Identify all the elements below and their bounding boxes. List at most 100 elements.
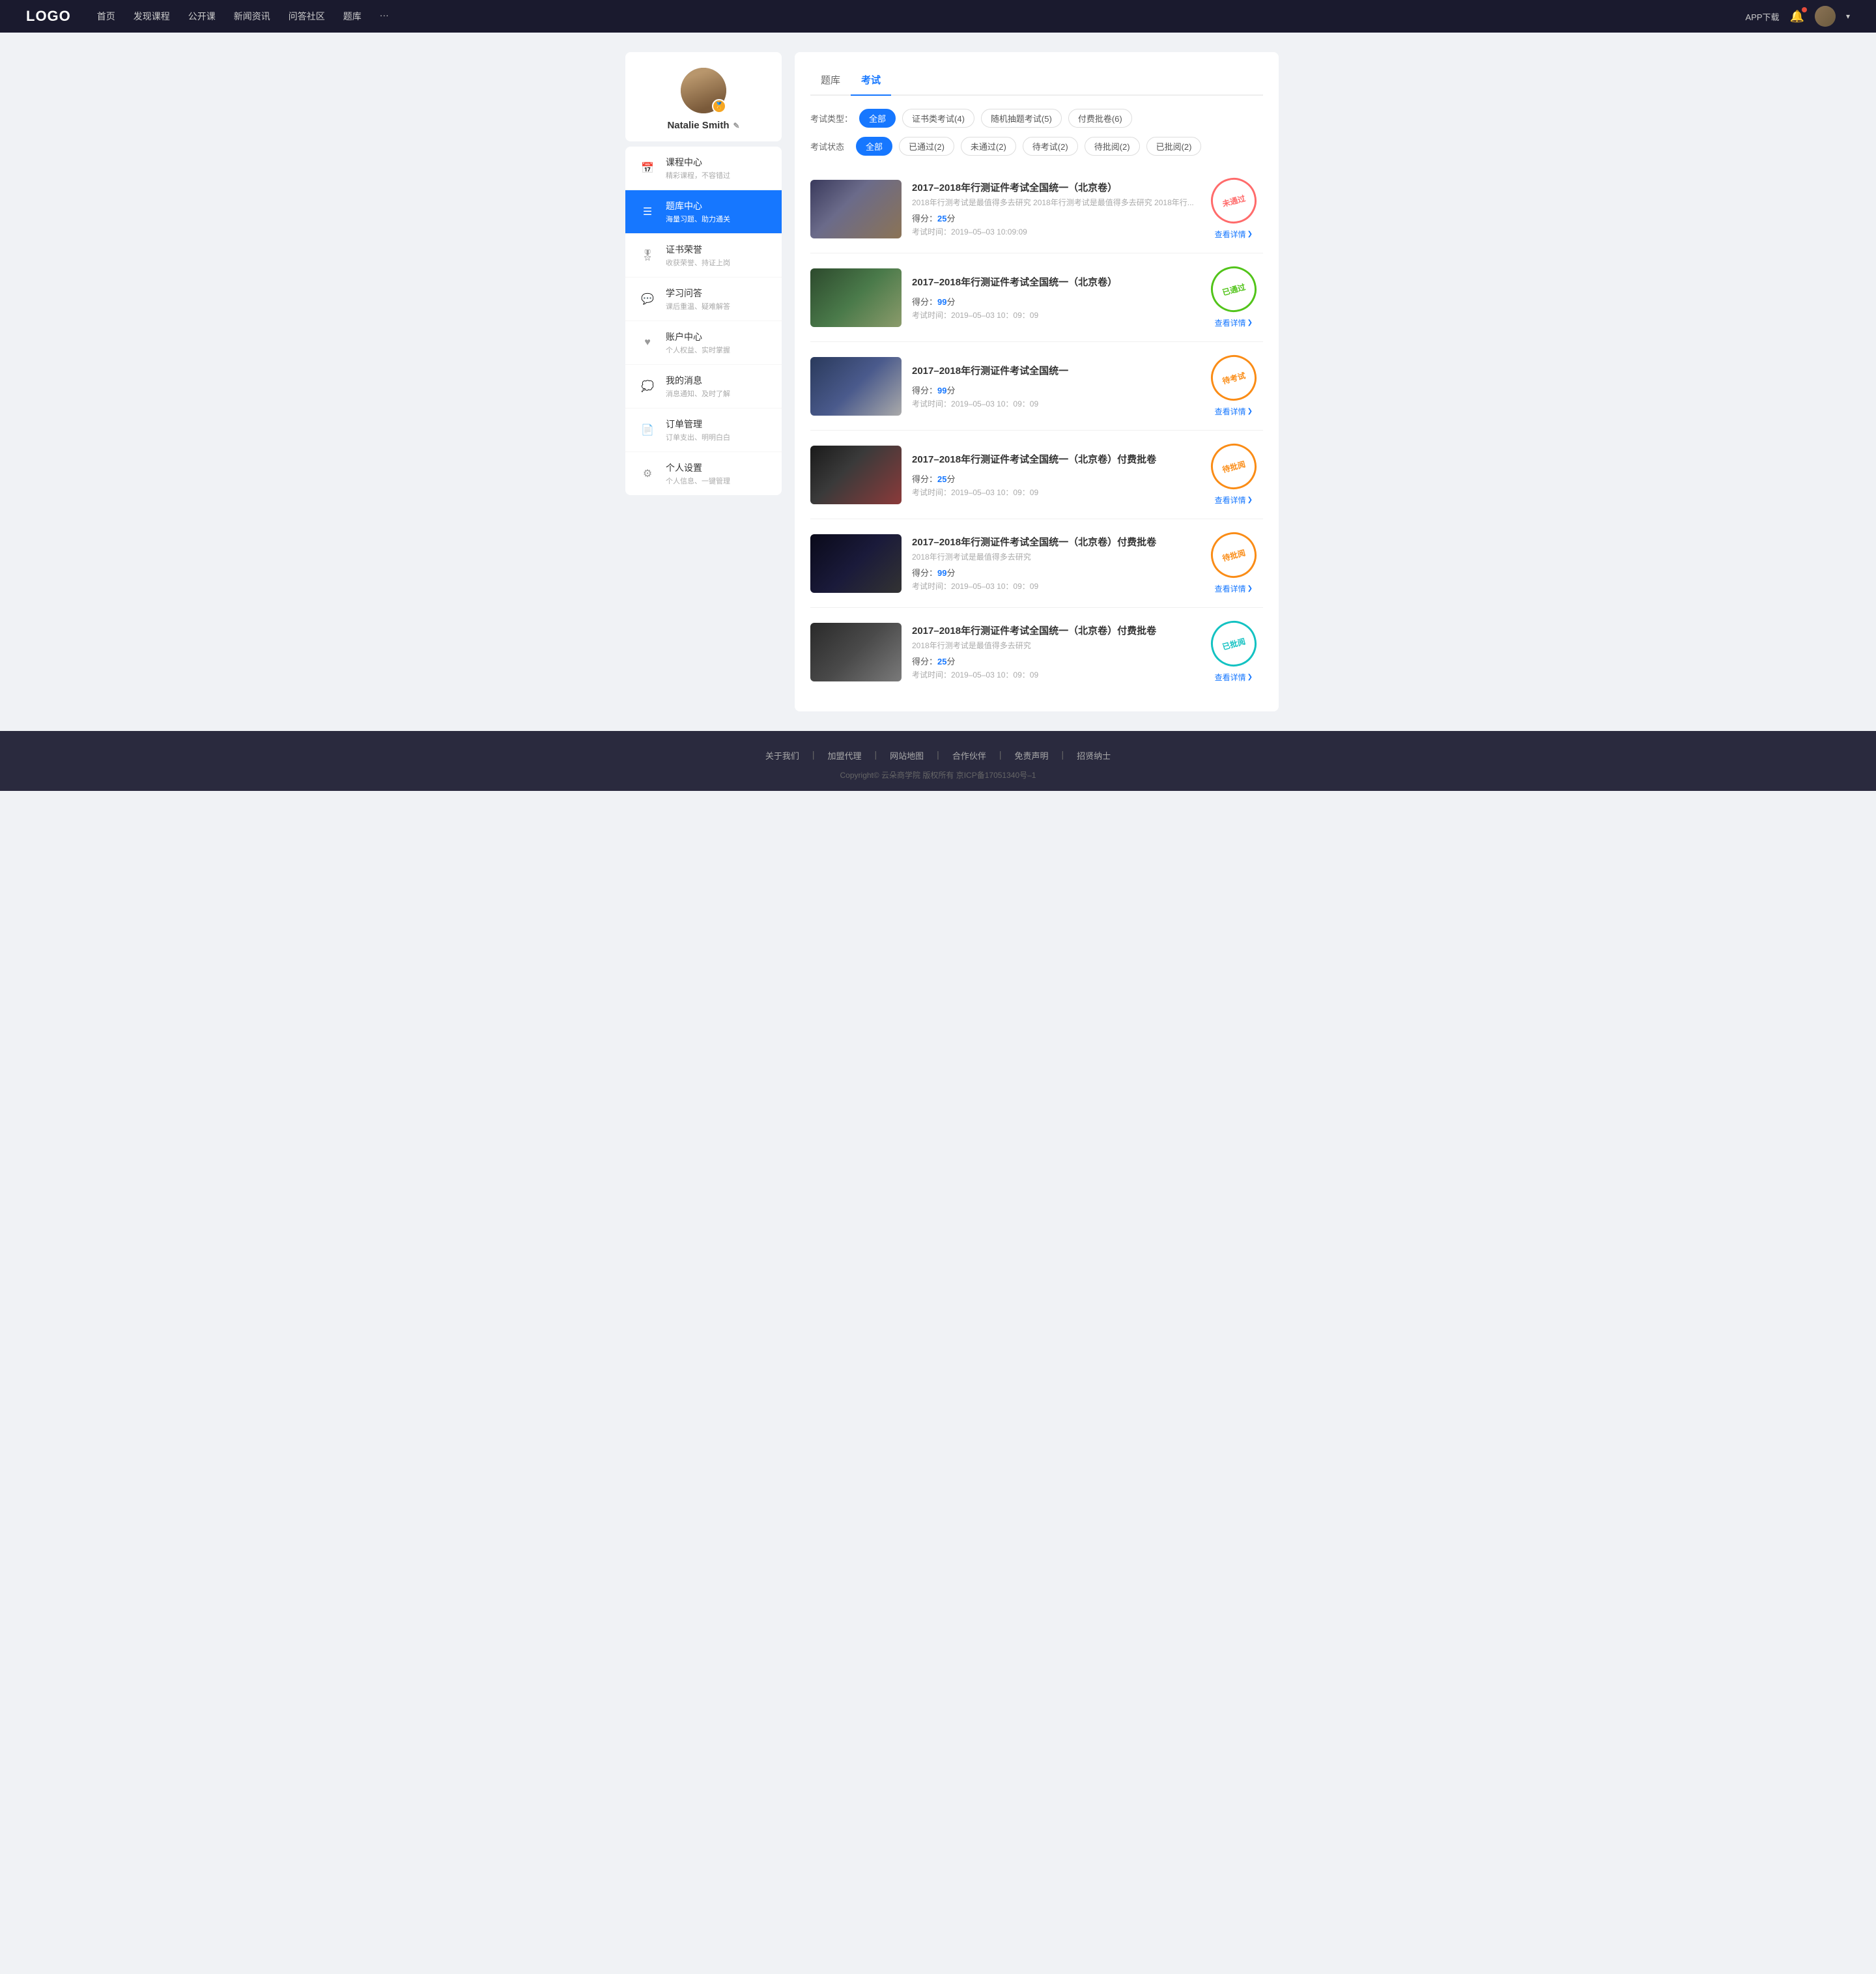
filter-status-reviewed[interactable]: 已批阅(2) [1146, 137, 1202, 156]
status-stamp: 已批阅 [1206, 616, 1262, 672]
exam-title: 2017–2018年行测证件考试全国统一（北京卷） [912, 275, 1194, 289]
view-detail-button[interactable]: 查看详情 [1215, 406, 1253, 417]
footer-copyright: Copyright© 云朵商学院 版权所有 京ICP备17051340号–1 [13, 769, 1863, 780]
orders-sub: 订单支出、明明白白 [666, 432, 769, 442]
nav-home[interactable]: 首页 [97, 10, 115, 23]
exam-item: 2017–2018年行测证件考试全国统一（北京卷）付费批卷 得分：25分 考试时… [810, 431, 1263, 519]
status-stamp: 待批阅 [1206, 527, 1262, 583]
messages-icon: 💭 [638, 377, 657, 395]
qa-sub: 课后重温、疑难解答 [666, 301, 769, 311]
sidebar-item-messages[interactable]: 💭 我的消息 消息通知、及时了解 [625, 365, 782, 408]
navbar-right: APP下载 🔔 ▾ [1746, 6, 1850, 27]
qa-text: 学习问答 课后重温、疑难解答 [666, 287, 769, 311]
exam-time: 考试时间：2019–05–03 10:09:09 [912, 226, 1194, 237]
sidebar-item-course-center[interactable]: 📅 课程中心 精彩课程，不容错过 [625, 147, 782, 190]
view-detail-button[interactable]: 查看详情 [1215, 494, 1253, 506]
filter-status-pending[interactable]: 待考试(2) [1023, 137, 1078, 156]
sidebar-item-certificate[interactable]: 🎖 证书荣誉 收获荣誉、持证上岗 [625, 234, 782, 278]
course-center-label: 课程中心 [666, 156, 769, 169]
profile-badge: 🏅 [712, 99, 726, 113]
filter-status-pending-review[interactable]: 待批阅(2) [1085, 137, 1140, 156]
exam-desc: 2018年行测考试是最值得多去研究 [912, 551, 1194, 562]
question-bank-text: 题库中心 海量习题、助力通关 [666, 199, 769, 224]
exam-status-area: 已批阅 查看详情 [1204, 621, 1263, 683]
exam-time: 考试时间：2019–05–03 10：09：09 [912, 580, 1194, 592]
filter-status-passed[interactable]: 已通过(2) [899, 137, 954, 156]
exam-status-area: 已通过 查看详情 [1204, 266, 1263, 328]
sidebar-item-settings[interactable]: ⚙ 个人设置 个人信息、一键管理 [625, 452, 782, 495]
certificate-text: 证书荣誉 收获荣誉、持证上岗 [666, 243, 769, 268]
view-detail-button[interactable]: 查看详情 [1215, 317, 1253, 328]
settings-text: 个人设置 个人信息、一键管理 [666, 461, 769, 486]
sidebar-item-account[interactable]: ♥ 账户中心 个人权益、实时掌握 [625, 321, 782, 365]
content-tabs: 题库 考试 [810, 68, 1263, 96]
status-stamp: 已通过 [1206, 261, 1262, 317]
exam-item: 2017–2018年行测证件考试全国统一（北京卷）付费批卷 2018年行测考试是… [810, 519, 1263, 608]
course-center-icon: 📅 [638, 159, 657, 177]
account-text: 账户中心 个人权益、实时掌握 [666, 330, 769, 355]
nav-question-bank[interactable]: 题库 [343, 10, 362, 23]
exam-item: 2017–2018年行测证件考试全国统一（北京卷） 2018年行测考试是最值得多… [810, 165, 1263, 253]
orders-text: 订单管理 订单支出、明明白白 [666, 418, 769, 442]
exam-status-area: 待批阅 查看详情 [1204, 444, 1263, 506]
filter-type-row: 考试类型： 全部 证书类考试(4) 随机抽题考试(5) 付费批卷(6) [810, 109, 1263, 128]
user-avatar[interactable] [1815, 6, 1836, 27]
nav-news[interactable]: 新闻资讯 [234, 10, 270, 23]
filter-type-paid[interactable]: 付费批卷(6) [1068, 109, 1132, 128]
footer-disclaimer[interactable]: 免责声明 [1014, 749, 1048, 762]
exam-thumbnail [810, 446, 902, 504]
filter-status-all[interactable]: 全部 [856, 137, 892, 156]
footer-partners[interactable]: 合作伙伴 [952, 749, 986, 762]
account-icon: ♥ [638, 334, 657, 352]
filter-status-failed[interactable]: 未通过(2) [961, 137, 1016, 156]
course-center-sub: 精彩课程，不容错过 [666, 170, 769, 180]
exam-item: 2017–2018年行测证件考试全国统一 得分：99分 考试时间：2019–05… [810, 342, 1263, 431]
exam-info: 2017–2018年行测证件考试全国统一（北京卷）付费批卷 2018年行测考试是… [912, 623, 1194, 680]
view-detail-button[interactable]: 查看详情 [1215, 583, 1253, 594]
footer-franchise[interactable]: 加盟代理 [828, 749, 862, 762]
exam-item: 2017–2018年行测证件考试全国统一（北京卷）付费批卷 2018年行测考试是… [810, 608, 1263, 696]
exam-info: 2017–2018年行测证件考试全国统一（北京卷） 得分：99分 考试时间：20… [912, 275, 1194, 321]
exam-status-area: 未通过 查看详情 [1204, 178, 1263, 240]
exam-status-area: 待批阅 查看详情 [1204, 532, 1263, 594]
profile-name: Natalie Smith ✎ [636, 120, 771, 131]
exam-thumbnail [810, 623, 902, 681]
filter-status-label: 考试状态 [810, 140, 849, 152]
footer-about[interactable]: 关于我们 [765, 749, 799, 762]
settings-sub: 个人信息、一键管理 [666, 476, 769, 486]
sidebar-profile: 🏅 Natalie Smith ✎ [625, 52, 782, 141]
account-label: 账户中心 [666, 330, 769, 343]
course-center-text: 课程中心 精彩课程，不容错过 [666, 156, 769, 180]
filter-type-random[interactable]: 随机抽题考试(5) [981, 109, 1062, 128]
certificate-sub: 收获荣誉、持证上岗 [666, 257, 769, 268]
user-dropdown-arrow[interactable]: ▾ [1846, 12, 1850, 21]
notification-bell[interactable]: 🔔 [1790, 10, 1804, 23]
exam-thumbnail [810, 534, 902, 593]
app-download-link[interactable]: APP下载 [1746, 10, 1780, 23]
filter-type-all[interactable]: 全部 [859, 109, 896, 128]
view-detail-button[interactable]: 查看详情 [1215, 672, 1253, 683]
question-bank-label: 题库中心 [666, 199, 769, 212]
footer-careers[interactable]: 招贤纳士 [1077, 749, 1111, 762]
exam-desc: 2018年行测考试是最值得多去研究 2018年行测考试是最值得多去研究 2018… [912, 197, 1194, 208]
nav-more[interactable]: ··· [380, 10, 389, 23]
status-stamp: 待批阅 [1206, 438, 1262, 494]
exam-list: 2017–2018年行测证件考试全国统一（北京卷） 2018年行测考试是最值得多… [810, 165, 1263, 696]
exam-info: 2017–2018年行测证件考试全国统一（北京卷）付费批卷 得分：25分 考试时… [912, 452, 1194, 498]
footer-sitemap[interactable]: 网站地图 [890, 749, 924, 762]
tab-exam[interactable]: 考试 [851, 68, 891, 94]
sidebar-item-qa[interactable]: 💬 学习问答 课后重温、疑难解答 [625, 278, 782, 321]
filter-type-certificate[interactable]: 证书类考试(4) [902, 109, 974, 128]
sidebar-item-question-bank[interactable]: ☰ 题库中心 海量习题、助力通关 [625, 190, 782, 234]
edit-profile-icon[interactable]: ✎ [733, 121, 739, 130]
exam-time: 考试时间：2019–05–03 10：09：09 [912, 309, 1194, 321]
exam-info: 2017–2018年行测证件考试全国统一（北京卷）付费批卷 2018年行测考试是… [912, 535, 1194, 592]
sidebar-item-orders[interactable]: 📄 订单管理 订单支出、明明白白 [625, 408, 782, 452]
nav-open[interactable]: 公开课 [188, 10, 216, 23]
status-stamp: 待考试 [1206, 350, 1262, 406]
nav-qa[interactable]: 问答社区 [289, 10, 325, 23]
nav-courses[interactable]: 发现课程 [134, 10, 170, 23]
sidebar: 🏅 Natalie Smith ✎ 📅 课程中心 精彩课程，不容错过 ☰ 题库中… [625, 52, 782, 711]
tab-question-bank[interactable]: 题库 [810, 68, 851, 94]
view-detail-button[interactable]: 查看详情 [1215, 229, 1253, 240]
